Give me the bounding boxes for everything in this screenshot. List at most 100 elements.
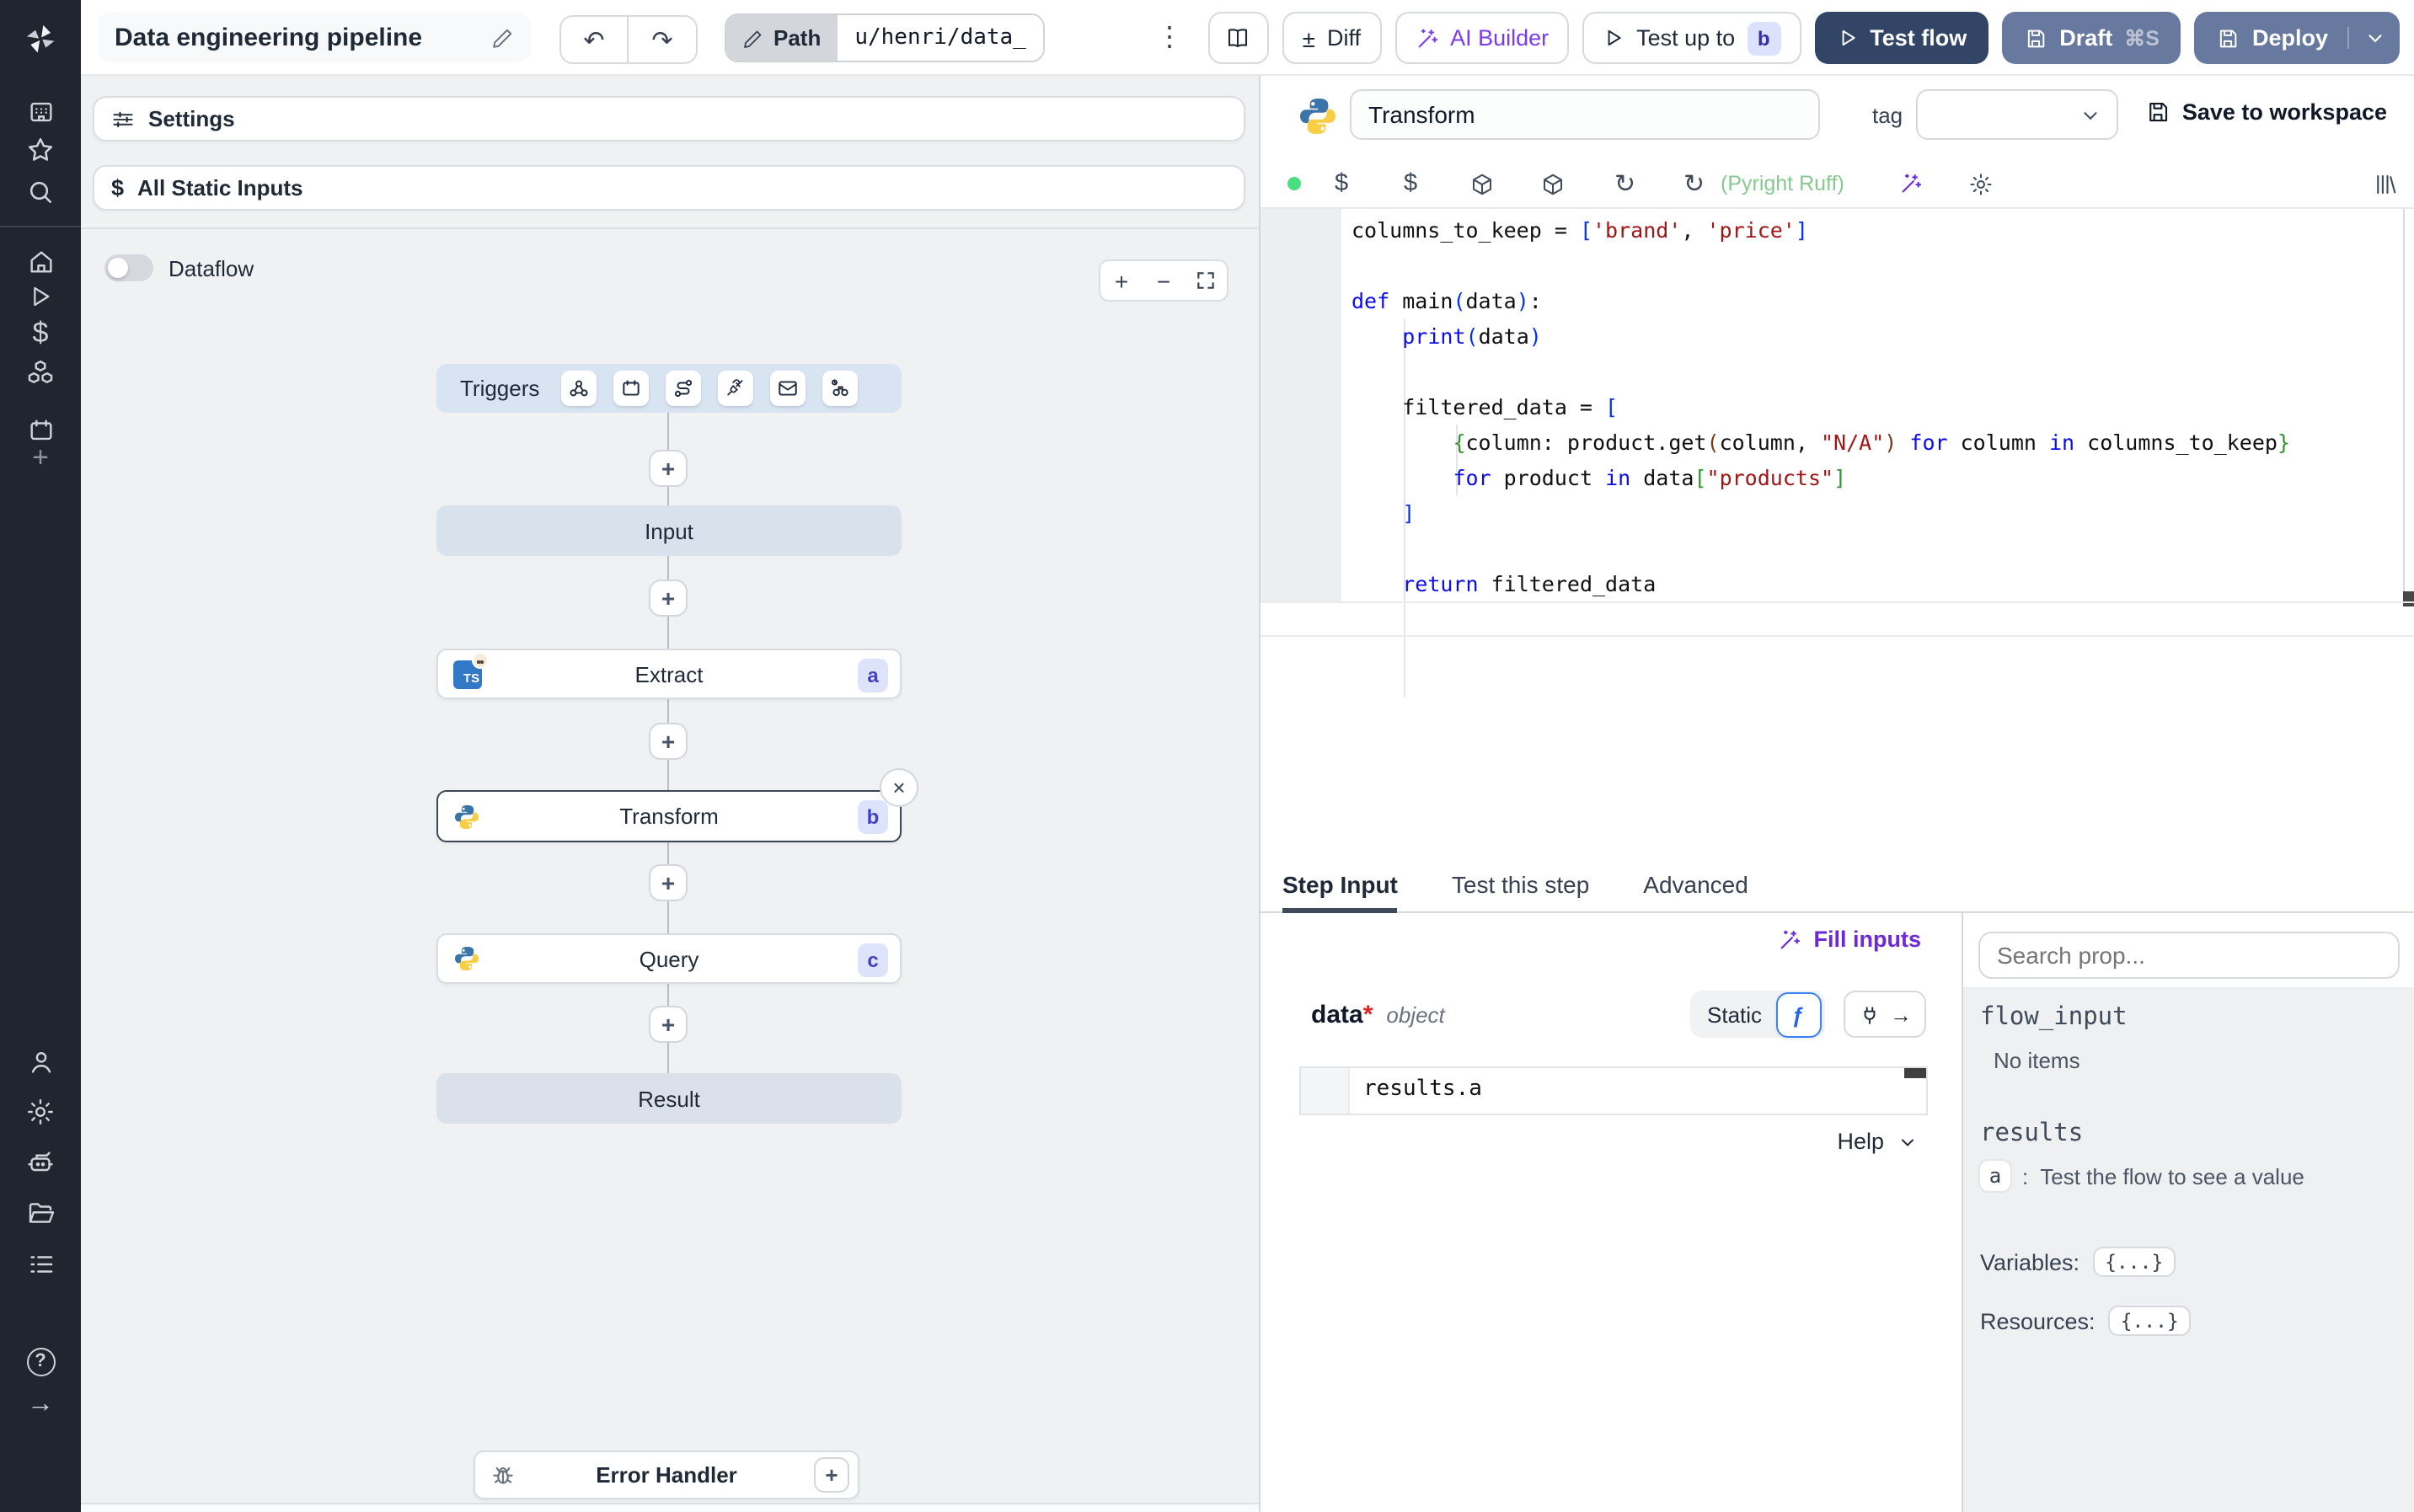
static-mode-label[interactable]: Static	[1707, 1002, 1762, 1027]
windmill-logo-icon[interactable]	[0, 0, 81, 76]
deselect-node-button[interactable]: ×	[880, 768, 918, 807]
add-error-handler-button[interactable]: +	[814, 1457, 849, 1493]
deploy-dropdown-button[interactable]	[2347, 27, 2385, 49]
javascript-mode-button[interactable]: ƒ	[1775, 991, 1822, 1037]
query-node[interactable]: Query c	[436, 933, 902, 984]
poll-trigger-button[interactable]	[822, 371, 859, 406]
sidebar-item-more[interactable]: +	[0, 440, 81, 477]
edit-title-button[interactable]	[492, 26, 514, 48]
draft-shortcut: ⌘S	[2124, 27, 2160, 51]
path-badge[interactable]: Path u/henri/data_	[725, 13, 1045, 62]
draft-button[interactable]: Draft ⌘S	[2002, 12, 2181, 64]
route-trigger-button[interactable]	[666, 371, 702, 406]
add-step-button[interactable]: +	[649, 864, 688, 901]
result-key-badge[interactable]: a	[1980, 1161, 2010, 1191]
sidebar-item-favorites[interactable]	[0, 131, 81, 168]
transform-node[interactable]: Transform b	[436, 790, 902, 842]
reload-button-2[interactable]: ↻	[1683, 160, 1705, 207]
editor-resize-border[interactable]	[1261, 635, 2414, 637]
library-button[interactable]	[2373, 160, 2398, 207]
test-flow-button[interactable]: Test flow	[1814, 12, 1989, 64]
editor-bottom-border	[1261, 601, 2414, 603]
results-header[interactable]: results	[1980, 1120, 2397, 1147]
redo-icon: ↷	[651, 26, 673, 55]
webhook-trigger-button[interactable]	[561, 371, 597, 406]
sidebar-item-home[interactable]	[0, 243, 81, 280]
tab-test-this-step[interactable]: Test this step	[1452, 871, 1589, 911]
flow-input-header[interactable]: flow_input	[1980, 1004, 2397, 1031]
add-step-button[interactable]: +	[649, 723, 688, 760]
add-step-button[interactable]: +	[649, 1006, 688, 1043]
sidebar-item-users[interactable]	[0, 1043, 81, 1080]
editor-scrollbar-thumb[interactable]	[2403, 591, 2414, 606]
props-body: flow_input No items results a : Test the…	[1963, 987, 2414, 1512]
result-node[interactable]: Result	[436, 1073, 902, 1124]
sidebar-item-workspace[interactable]	[0, 93, 81, 130]
deploy-button[interactable]: Deploy	[2194, 12, 2399, 64]
editor-toolbar: $ $ ↻ ↻ (Pyright Ruff)	[1261, 160, 2414, 207]
editor-settings-button[interactable]	[1968, 160, 1994, 207]
error-handler-label: Error Handler	[596, 1462, 737, 1488]
schedule-trigger-button[interactable]	[613, 371, 650, 406]
resources-row: Resources: {...}	[1980, 1306, 2397, 1336]
websocket-trigger-button[interactable]	[718, 371, 754, 406]
ai-assist-button[interactable]	[1899, 160, 1923, 207]
help-button[interactable]: Help	[1261, 1129, 1918, 1154]
sidebar-item-resources[interactable]	[0, 354, 81, 391]
status-indicator	[1287, 160, 1301, 207]
sidebar-item-workers[interactable]	[0, 1144, 81, 1181]
add-step-button[interactable]: +	[649, 450, 688, 487]
path-label-segment: Path	[726, 15, 838, 61]
sidebar-item-folders[interactable]	[0, 1194, 81, 1232]
sidebar-item-variables[interactable]: $	[0, 315, 81, 352]
fill-inputs-button[interactable]: Fill inputs	[1261, 927, 1921, 952]
tag-label: tag	[1872, 103, 1903, 128]
email-trigger-button[interactable]	[770, 371, 806, 406]
sidebar-item-settings[interactable]	[0, 1093, 81, 1130]
sidebar-expand-button[interactable]: →	[0, 1386, 81, 1424]
result-hint: Test the flow to see a value	[2040, 1163, 2304, 1189]
more-menu-button[interactable]: ⋮	[1156, 20, 1183, 54]
code-editor[interactable]: columns_to_keep = ['brand', 'price'] def…	[1261, 207, 2414, 697]
add-resource-button[interactable]	[1469, 160, 1495, 207]
undo-button[interactable]: ↶	[561, 17, 629, 62]
extract-node[interactable]: TS Extract a	[436, 649, 902, 699]
sidebar-item-runs[interactable]	[0, 278, 81, 315]
error-handler-node[interactable]: Error Handler +	[474, 1451, 859, 1499]
add-variable-button-2[interactable]: $	[1404, 160, 1417, 207]
save-to-workspace-button[interactable]: Save to workspace	[2145, 99, 2387, 125]
tab-advanced[interactable]: Advanced	[1643, 871, 1748, 911]
resources-object-badge[interactable]: {...}	[2108, 1306, 2191, 1336]
sidebar-item-help[interactable]: ?	[0, 1343, 81, 1380]
tag-select[interactable]	[1916, 89, 2118, 140]
diff-button[interactable]: ± Diff	[1282, 12, 1382, 64]
sidebar-item-logs[interactable]	[0, 1245, 81, 1282]
expression-scrollbar[interactable]	[1904, 1068, 1926, 1078]
input-node[interactable]: Input	[436, 505, 902, 556]
add-variable-button[interactable]: $	[1335, 160, 1348, 207]
docs-button[interactable]	[1207, 12, 1269, 64]
flow-panel: Settings $ All Static Inputs Dataflow + …	[81, 76, 1259, 1512]
sidebar-item-search[interactable]	[0, 174, 81, 211]
expression-gutter	[1301, 1068, 1350, 1114]
step-name-input[interactable]	[1350, 89, 1820, 140]
content: Settings $ All Static Inputs Dataflow + …	[81, 76, 2414, 1512]
ai-builder-button[interactable]: AI Builder	[1394, 12, 1570, 64]
flow-title-box[interactable]: Data engineering pipeline	[98, 12, 531, 62]
add-resource-button-2[interactable]	[1540, 160, 1566, 207]
redo-button[interactable]: ↷	[629, 17, 696, 62]
resources-label: Resources:	[1980, 1308, 2096, 1333]
book-icon	[1228, 29, 1248, 48]
triggers-node[interactable]: Triggers	[436, 364, 902, 413]
panel-splitter[interactable]	[1259, 76, 1261, 1512]
add-step-button[interactable]: +	[649, 580, 688, 617]
connect-input-button[interactable]: →	[1844, 991, 1926, 1038]
expression-input[interactable]: results.a	[1299, 1066, 1928, 1115]
tab-step-input[interactable]: Step Input	[1282, 871, 1398, 913]
variables-row: Variables: {...}	[1980, 1247, 2397, 1277]
search-prop-input[interactable]	[1978, 932, 2400, 979]
code-gutter	[1261, 209, 1341, 603]
reload-button[interactable]: ↻	[1614, 160, 1635, 207]
test-up-to-button[interactable]: Test up to b	[1582, 12, 1801, 64]
variables-object-badge[interactable]: {...}	[2093, 1247, 2176, 1277]
